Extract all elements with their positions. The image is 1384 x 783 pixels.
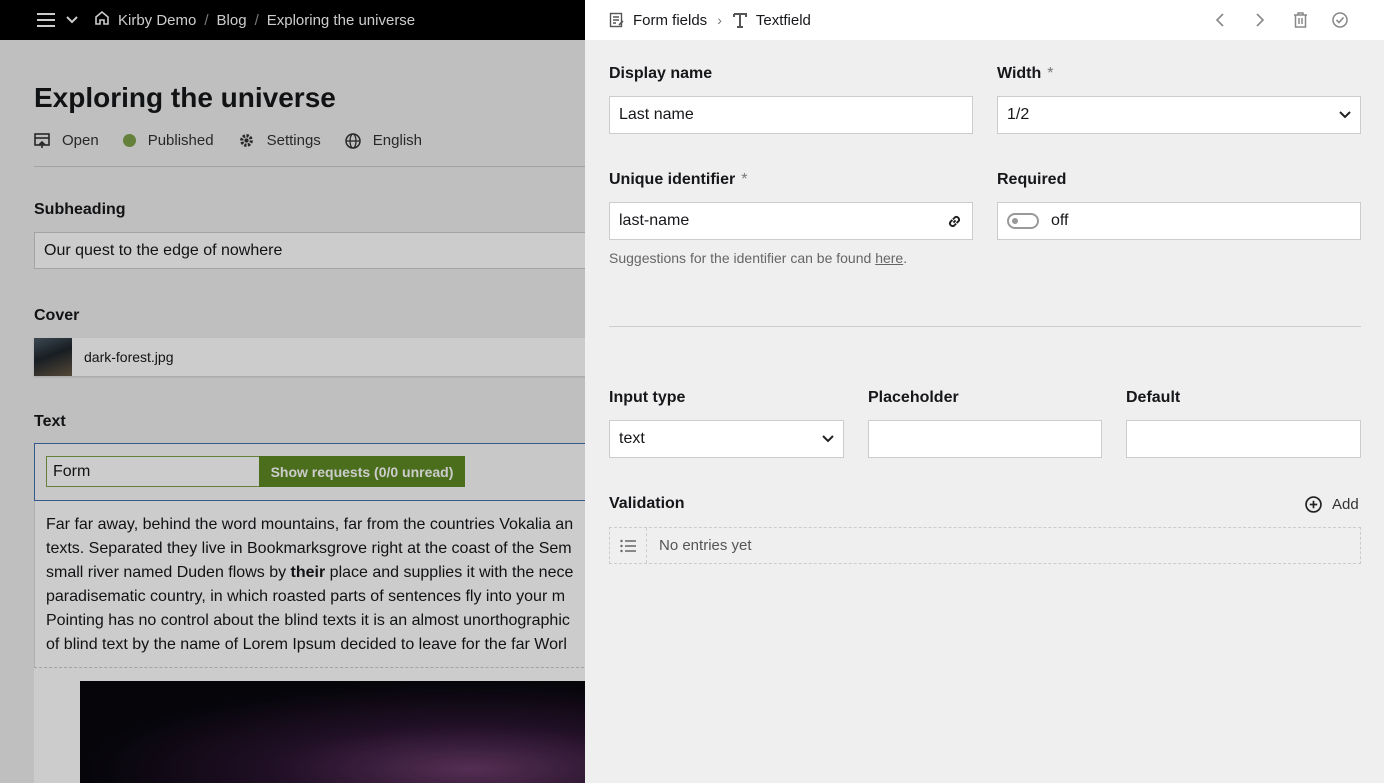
identifier-help-link[interactable]: here bbox=[875, 250, 903, 266]
add-validation-button[interactable]: Add bbox=[1305, 496, 1359, 513]
form-fields-icon bbox=[609, 12, 625, 28]
chevron-down-icon bbox=[1339, 111, 1351, 119]
required-value: off bbox=[1051, 212, 1069, 229]
width-value: 1/2 bbox=[1007, 106, 1030, 123]
chevron-right-icon[interactable] bbox=[1240, 0, 1280, 40]
chevron-down-icon bbox=[822, 435, 834, 443]
identifier-help-suffix: . bbox=[903, 250, 908, 266]
default-input[interactable] bbox=[1126, 420, 1361, 458]
identifier-help-text: Suggestions for the identifier can be fo… bbox=[609, 250, 876, 266]
placeholder-input[interactable] bbox=[868, 420, 1102, 458]
list-icon bbox=[610, 528, 647, 563]
drawer-breadcrumb-separator: › bbox=[717, 12, 722, 28]
default-label: Default bbox=[1126, 389, 1181, 406]
drawer-header: Form fields › Textfield bbox=[585, 0, 1384, 40]
identifier-label-text: Unique identifier bbox=[609, 171, 736, 188]
drawer-actions bbox=[1200, 0, 1360, 40]
chevron-left-icon[interactable] bbox=[1200, 0, 1240, 40]
identifier-input[interactable]: last-name bbox=[609, 202, 973, 240]
text-field-icon bbox=[732, 12, 748, 28]
drawer-breadcrumb-parent-label: Form fields bbox=[633, 11, 708, 29]
empty-state-text: No entries yet bbox=[659, 537, 752, 554]
input-type-value: text bbox=[619, 430, 645, 447]
field-drawer: Form fields › Textfield Display name Las… bbox=[585, 0, 1384, 783]
drawer-breadcrumb-parent[interactable]: Form fields bbox=[609, 12, 707, 29]
add-circle-icon bbox=[1305, 496, 1322, 513]
required-mark: * bbox=[1047, 65, 1054, 82]
identifier-help: Suggestions for the identifier can be fo… bbox=[609, 250, 907, 266]
display-name-label: Display name bbox=[609, 65, 713, 82]
required-mark: * bbox=[741, 171, 748, 188]
display-name-value: Last name bbox=[619, 106, 694, 123]
width-select[interactable]: 1/2 bbox=[997, 96, 1361, 134]
required-label: Required bbox=[997, 171, 1067, 188]
drawer-divider bbox=[609, 326, 1361, 327]
required-toggle[interactable]: off bbox=[997, 202, 1361, 240]
add-label: Add bbox=[1332, 496, 1359, 513]
display-name-input[interactable]: Last name bbox=[609, 96, 973, 134]
placeholder-label: Placeholder bbox=[868, 389, 959, 406]
drawer-breadcrumb-current[interactable]: Textfield bbox=[732, 12, 811, 29]
width-label: Width * bbox=[997, 65, 1054, 83]
link-icon[interactable] bbox=[946, 213, 963, 230]
identifier-label: Unique identifier * bbox=[609, 171, 747, 189]
trash-icon[interactable] bbox=[1280, 0, 1320, 40]
input-type-select[interactable]: text bbox=[609, 420, 844, 458]
drawer-backdrop[interactable] bbox=[0, 0, 585, 783]
validation-label: Validation bbox=[609, 495, 685, 512]
toggle-switch[interactable] bbox=[1007, 213, 1039, 229]
validation-empty-state[interactable]: No entries yet bbox=[609, 527, 1361, 564]
width-label-text: Width bbox=[997, 65, 1042, 82]
input-type-label: Input type bbox=[609, 389, 686, 406]
identifier-value: last-name bbox=[619, 212, 690, 229]
drawer-breadcrumb-current-label: Textfield bbox=[755, 11, 811, 29]
check-circle-icon[interactable] bbox=[1320, 0, 1360, 40]
